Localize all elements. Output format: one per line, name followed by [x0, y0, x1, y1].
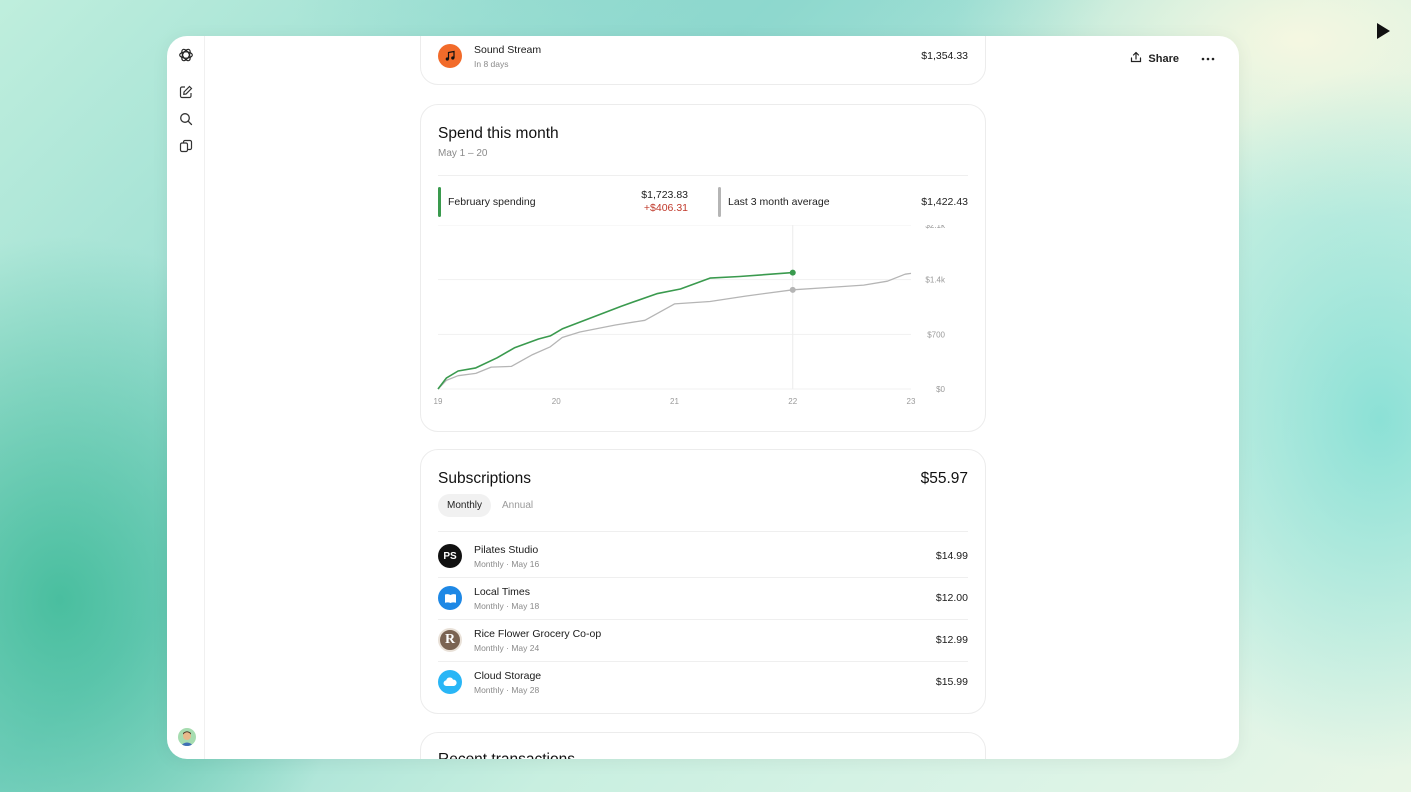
stat-current-label: February spending — [448, 196, 536, 208]
subscriptions-title: Subscriptions — [438, 470, 532, 487]
list-item[interactable]: Sound Stream In 8 days $1,354.33 — [438, 36, 968, 77]
item-schedule: Monthly · May 24 — [474, 642, 540, 653]
pilates-logo: PS — [438, 544, 462, 568]
spend-title: Spend this month — [438, 125, 559, 142]
upcoming-card: Sound Stream In 8 days $1,354.33 — [420, 36, 986, 85]
stat-current-bar — [438, 187, 441, 217]
recent-transactions-card: Recent transactions — [420, 732, 986, 759]
divider — [438, 175, 968, 176]
item-name: Sound Stream — [474, 43, 542, 56]
stat-average-values: $1,422.43 — [921, 196, 968, 209]
play-icon[interactable] — [1372, 20, 1394, 42]
search-icon[interactable] — [178, 111, 194, 127]
x-tick-label: 23 — [907, 397, 916, 406]
sidebar-rail — [167, 36, 205, 759]
y-tick-label: $2.1k — [925, 225, 946, 230]
stat-current: February spending $1,723.83 +$406.31 — [438, 187, 688, 217]
y-tick-label: $0 — [936, 385, 945, 394]
item-due: In 8 days — [474, 58, 509, 69]
x-tick-label: 22 — [788, 397, 797, 406]
music-note-icon — [438, 44, 462, 68]
share-button[interactable]: Share — [1126, 47, 1183, 70]
stat-average-value: $1,422.43 — [921, 195, 968, 208]
spend-range: May 1 – 20 — [438, 148, 488, 159]
stat-current-delta: +$406.31 — [643, 202, 688, 214]
current-point — [789, 269, 796, 276]
new-chat-icon[interactable] — [178, 84, 194, 100]
item-schedule: Monthly · May 16 — [474, 558, 540, 569]
item-name: Local Times — [474, 585, 531, 598]
item-name: Cloud Storage — [474, 669, 542, 682]
stat-average-label: Last 3 month average — [728, 196, 830, 208]
average-point — [789, 286, 796, 293]
series-line-current — [437, 271, 793, 390]
item-schedule: Monthly · May 18 — [474, 600, 540, 611]
more-icon[interactable] — [1197, 53, 1219, 65]
tab-annual[interactable]: Annual — [493, 494, 542, 517]
subscriptions-card: Subscriptions $55.97 Monthly Annual PS P… — [420, 449, 986, 714]
list-item[interactable]: Local Times Monthly · May 18 $12.00 — [438, 577, 968, 619]
item-amount: $1,354.33 — [921, 50, 968, 62]
top-actions: Share — [1126, 47, 1219, 70]
item-amount: $15.99 — [935, 676, 968, 688]
book-icon — [438, 586, 462, 610]
list-item[interactable]: Cloud Storage Monthly · May 28 $15.99 — [438, 661, 968, 703]
openai-logo-icon[interactable] — [178, 47, 194, 63]
subscription-tabs: Monthly Annual — [438, 494, 542, 517]
stat-average-bar — [718, 187, 721, 217]
cloud-icon — [438, 670, 462, 694]
rice-flower-logo: R — [438, 628, 462, 652]
x-tick-label: 20 — [552, 397, 561, 406]
stat-current-value: $1,723.83 — [641, 189, 688, 201]
item-name: Pilates Studio — [474, 543, 539, 556]
stat-current-values: $1,723.83 +$406.31 — [641, 189, 688, 215]
y-tick-label: $1.4k — [925, 276, 946, 285]
library-icon[interactable] — [178, 138, 194, 154]
list-item[interactable]: PS Pilates Studio Monthly · May 16 $14.9… — [438, 535, 968, 577]
item-amount: $12.99 — [935, 634, 968, 646]
item-amount: $12.00 — [935, 592, 968, 604]
list-item[interactable]: R Rice Flower Grocery Co-op Monthly · Ma… — [438, 619, 968, 661]
subscriptions-total: $55.97 — [920, 470, 968, 487]
stat-average: Last 3 month average $1,422.43 — [718, 187, 968, 217]
item-schedule: Monthly · May 28 — [474, 684, 540, 695]
item-name: Rice Flower Grocery Co-op — [474, 627, 602, 640]
avatar[interactable] — [178, 728, 196, 746]
divider — [438, 531, 968, 532]
tab-monthly[interactable]: Monthly — [438, 494, 492, 517]
y-tick-label: $700 — [927, 330, 945, 339]
x-tick-label: 19 — [434, 397, 443, 406]
spend-card: Spend this month May 1 – 20 February spe… — [420, 104, 986, 432]
item-amount: $14.99 — [935, 550, 968, 562]
share-icon — [1130, 51, 1142, 66]
app-window: Share Sound Stream In 8 days $1,354.33 S… — [167, 36, 1239, 759]
spend-chart: $0 $700 $1.4k $2.1k 19 20 21 22 23 — [434, 225, 946, 406]
share-label: Share — [1148, 52, 1179, 65]
x-tick-label: 21 — [670, 397, 679, 406]
recent-transactions-title: Recent transactions — [438, 751, 575, 759]
